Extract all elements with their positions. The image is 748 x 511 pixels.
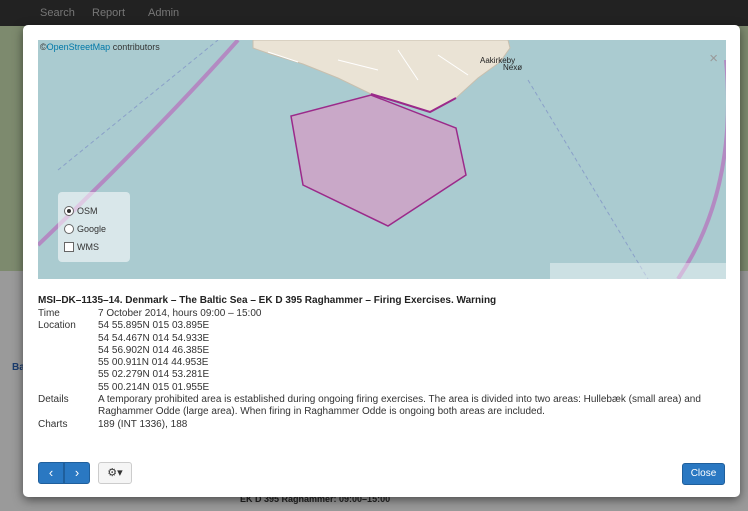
place-nexo: Nexø bbox=[503, 63, 522, 72]
location-point: 55 00.911N 014 44.953E bbox=[98, 357, 209, 369]
charts-value: 189 (INT 1336), 188 bbox=[98, 418, 188, 430]
location-list: 54 55.895N 015 03.895E 54 54.467N 014 54… bbox=[98, 320, 728, 394]
radio-google[interactable] bbox=[64, 224, 74, 234]
location-label: Location bbox=[38, 320, 76, 332]
layer-wms-label: WMS bbox=[77, 242, 99, 252]
firing-area-polygon[interactable] bbox=[290, 94, 467, 227]
details-row: Details A temporary prohibited area is e… bbox=[38, 394, 728, 419]
charts-row: Charts 189 (INT 1336), 188 bbox=[38, 419, 728, 431]
layer-option-osm[interactable]: OSM bbox=[64, 206, 98, 216]
dashed-line-right bbox=[527, 79, 649, 279]
checkbox-wms[interactable] bbox=[64, 242, 74, 252]
map-attribution: ©OpenStreetMap contributors bbox=[40, 42, 160, 52]
close-button[interactable]: Close bbox=[682, 463, 725, 485]
layer-google-label: Google bbox=[77, 224, 107, 234]
map-graphics: Aakirkeby Nexø bbox=[38, 40, 726, 279]
previous-button[interactable]: ‹ bbox=[38, 462, 64, 484]
nav-admin[interactable]: Admin bbox=[148, 7, 179, 19]
message-details: Time 7 October 2014, hours 09:00 – 15:00… bbox=[38, 308, 728, 431]
map-close-icon[interactable]: × bbox=[709, 50, 718, 67]
location-point: 55 02.279N 014 53.281E bbox=[98, 369, 210, 381]
layer-osm-label: OSM bbox=[77, 206, 98, 216]
location-point: 55 00.214N 015 01.955E bbox=[98, 381, 210, 393]
time-value: 7 October 2014, hours 09:00 – 15:00 bbox=[98, 308, 262, 319]
copyright-icon: © bbox=[40, 42, 47, 52]
details-label: Details bbox=[38, 394, 69, 406]
osm-link[interactable]: OpenStreetMap bbox=[47, 42, 111, 52]
time-label: Time bbox=[38, 308, 60, 319]
radio-osm[interactable] bbox=[64, 206, 74, 216]
attribution-suffix: contributors bbox=[110, 42, 160, 52]
layer-switcher: OSM Google WMS bbox=[58, 192, 130, 262]
time-row: Time 7 October 2014, hours 09:00 – 15:00 bbox=[38, 308, 728, 320]
location-point: 54 56.902N 014 46.385E bbox=[98, 344, 210, 356]
nav-report[interactable]: Report bbox=[92, 7, 125, 19]
boundary-curve-right bbox=[676, 60, 726, 279]
location-point: 54 54.467N 014 54.933E bbox=[98, 332, 210, 344]
map-view[interactable]: Aakirkeby Nexø ©OpenStreetMap contributo… bbox=[38, 40, 726, 279]
map-scale-overlay bbox=[550, 263, 726, 279]
layer-option-google[interactable]: Google bbox=[64, 224, 106, 234]
location-row: Location 54 55.895N 015 03.895E 54 54.46… bbox=[38, 320, 728, 394]
charts-label: Charts bbox=[38, 418, 68, 430]
message-title: MSI–DK–1135–14. Denmark – The Baltic Sea… bbox=[38, 295, 497, 306]
message-details-modal: Aakirkeby Nexø ©OpenStreetMap contributo… bbox=[23, 25, 740, 497]
details-value: A temporary prohibited area is establish… bbox=[98, 394, 701, 418]
next-button[interactable]: › bbox=[64, 462, 90, 484]
top-navbar: Search Report Admin bbox=[0, 0, 748, 26]
settings-dropdown-button[interactable]: ⚙▾ bbox=[98, 462, 132, 484]
nav-search[interactable]: Search bbox=[40, 7, 75, 19]
dashed-line-left bbox=[57, 40, 219, 171]
location-point: 54 55.895N 015 03.895E bbox=[98, 320, 210, 332]
layer-option-wms[interactable]: WMS bbox=[64, 242, 99, 252]
